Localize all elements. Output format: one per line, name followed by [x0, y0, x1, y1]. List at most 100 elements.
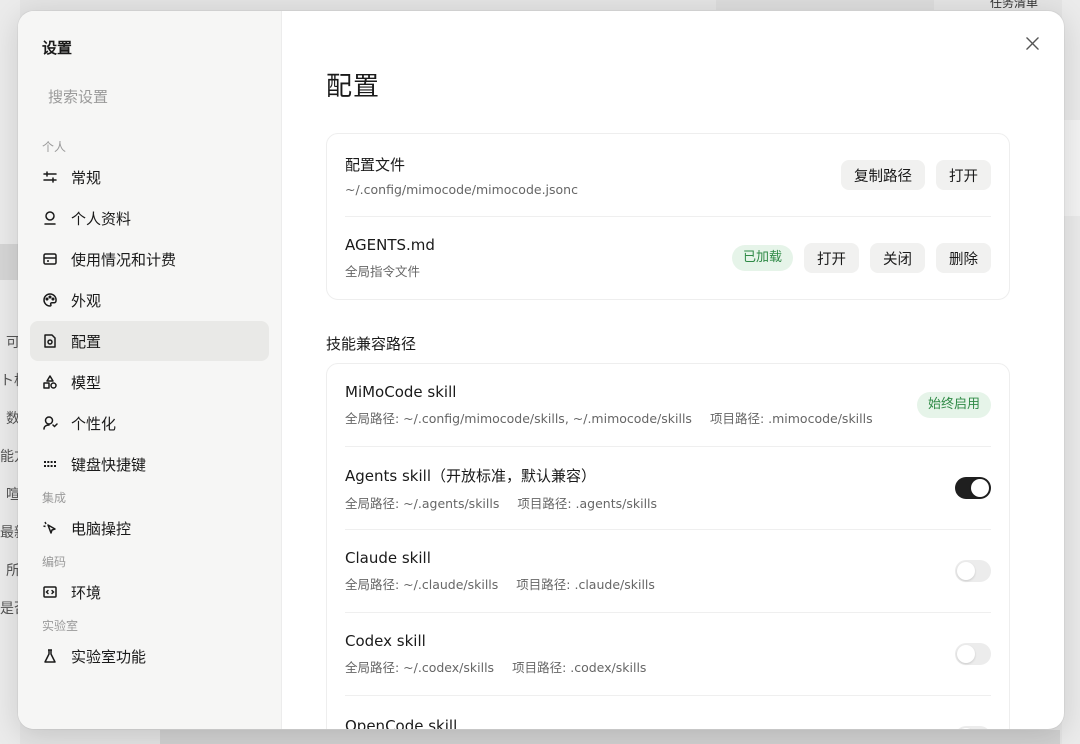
global-path: 全局路径: ~/.config/mimocode/skills, ~/.mimo… — [345, 411, 692, 426]
open-config-button[interactable]: 打开 — [936, 160, 991, 190]
row-text: MiMoCode skill 全局路径: ~/.config/mimocode/… — [345, 383, 873, 427]
row-subtitle: 全局路径: ~/.claude/skills 项目路径: .claude/skil… — [345, 574, 655, 593]
keyboard-icon — [42, 456, 58, 472]
project-path: 项目路径: .mimocode/skills — [709, 411, 873, 426]
sidebar-item-computer-control[interactable]: 电脑操控 — [30, 508, 269, 548]
row-subtitle: 全局路径: ~/.config/mimocode/skills, ~/.mimo… — [345, 408, 873, 427]
row-title: OpenCode skill — [345, 717, 458, 729]
sidebar-item-label: 电脑操控 — [71, 519, 132, 538]
section-label-integrations: 集成 — [42, 491, 67, 505]
sidebar-item-label: 个性化 — [71, 414, 117, 433]
row-subtitle: 全局路径: ~/.agents/skills 项目路径: .agents/skil… — [345, 493, 657, 512]
delete-agents-button[interactable]: 删除 — [936, 243, 991, 273]
toggle-knob — [971, 479, 989, 497]
sidebar-item-label: 个人资料 — [71, 209, 132, 228]
sidebar-item-config[interactable]: 配置 — [30, 321, 269, 361]
loaded-status-badge: 已加载 — [731, 245, 793, 271]
sidebar-item-label: 使用情况和计费 — [71, 250, 177, 269]
palette-icon — [42, 292, 58, 308]
sidebar-item-environment[interactable]: 环境 — [30, 572, 269, 612]
background-left-strip: 可 ト格 数 能方 喧 最新 所 是否 — [0, 0, 20, 744]
config-file-icon — [42, 333, 58, 349]
billing-icon — [42, 251, 58, 267]
background-text-fragment: 可 — [6, 335, 20, 351]
background-text-fragment: 喧 — [6, 487, 20, 503]
skills-card: MiMoCode skill 全局路径: ~/.config/mimocode/… — [326, 363, 1010, 729]
row-subtitle: 全局指令文件 — [345, 264, 421, 279]
skill-row-claude: Claude skill 全局路径: ~/.claude/skills 项目路径:… — [345, 530, 991, 613]
sidebar-item-label: 环境 — [71, 583, 102, 602]
row-title: AGENTS.md — [345, 236, 435, 254]
section-label-labs: 实验室 — [42, 619, 79, 633]
sidebar-item-appearance[interactable]: 外观 — [30, 280, 269, 320]
skill-row-codex: Codex skill 全局路径: ~/.codex/skills 项目路径: .… — [345, 613, 991, 696]
row-text: 配置文件 ~/.config/mimocode/mimocode.jsonc — [345, 154, 578, 197]
sidebar-item-label: 模型 — [71, 373, 102, 392]
codex-skill-toggle[interactable] — [955, 643, 991, 665]
row-text: Agents skill（开放标准，默认兼容） 全局路径: ~/.agents/… — [345, 465, 657, 512]
global-path: 全局路径: ~/.claude/skills — [345, 577, 499, 592]
code-window-icon — [42, 584, 58, 600]
skill-row-mimocode: MiMoCode skill 全局路径: ~/.config/mimocode/… — [345, 364, 991, 447]
sidebar-item-keyboard-shortcuts[interactable]: 键盘快捷键 — [30, 444, 269, 484]
opencode-skill-toggle[interactable] — [955, 726, 991, 729]
background-top-right-text: 任务清单 — [990, 0, 1039, 8]
project-path: 项目路径: .claude/skills — [516, 577, 655, 592]
always-enabled-badge: 始终启用 — [916, 392, 991, 418]
config-files-card: 配置文件 ~/.config/mimocode/mimocode.jsonc 复… — [326, 133, 1010, 300]
row-subtitle: ~/.config/mimocode/mimocode.jsonc — [345, 181, 578, 197]
pointer-icon — [42, 520, 58, 536]
open-agents-button[interactable]: 打开 — [804, 243, 859, 273]
background-highlight — [0, 244, 18, 280]
toggle-knob — [957, 562, 975, 580]
project-path: 项目路径: .codex/skills — [512, 660, 647, 675]
background-text-fragment: ト格 — [0, 373, 20, 389]
config-file-row: 配置文件 ~/.config/mimocode/mimocode.jsonc 复… — [345, 134, 991, 217]
sidebar-item-label: 常规 — [71, 168, 102, 187]
user-personalize-icon — [42, 415, 58, 431]
global-path: 全局路径: ~/.codex/skills — [345, 660, 495, 675]
row-title: Codex skill — [345, 632, 426, 650]
row-title: Claude skill — [345, 549, 431, 567]
row-subtitle: 全局路径: ~/.codex/skills 项目路径: .codex/skills — [345, 657, 646, 676]
skills-section-heading: 技能兼容路径 — [326, 335, 417, 353]
project-path: 项目路径: .agents/skills — [517, 495, 658, 511]
row-title: 配置文件 — [345, 155, 406, 174]
row-title: MiMoCode skill — [345, 383, 457, 401]
sidebar-item-label: 键盘快捷键 — [71, 455, 147, 474]
close-agents-button[interactable]: 关闭 — [870, 243, 925, 273]
background-text-fragment: 是否 — [0, 601, 20, 617]
settings-main-panel: 配置 配置文件 ~/.config/mimocode/mimocode.json… — [282, 11, 1064, 729]
row-title: Agents skill（开放标准，默认兼容） — [345, 466, 596, 485]
settings-search-input[interactable] — [40, 86, 268, 108]
sidebar-item-profile[interactable]: 个人资料 — [30, 198, 269, 238]
background-right-panel — [1062, 120, 1080, 216]
copy-path-button[interactable]: 复制路径 — [841, 160, 925, 190]
background-top-input — [716, 0, 934, 10]
row-actions: 复制路径 打开 — [841, 160, 991, 190]
close-icon — [1025, 36, 1039, 50]
background-text-fragment: 数 — [6, 411, 20, 427]
sidebar-item-label: 配置 — [71, 332, 102, 351]
agents-skill-toggle[interactable] — [955, 477, 991, 499]
close-dialog-button[interactable] — [1022, 33, 1042, 53]
toggle-knob — [957, 645, 975, 663]
section-label-personal: 个人 — [42, 140, 67, 154]
user-icon — [42, 210, 58, 226]
skill-row-opencode: OpenCode skill — [345, 696, 991, 729]
background-bottom-bar — [160, 730, 1060, 744]
sidebar-item-models[interactable]: 模型 — [30, 362, 269, 402]
section-label-coding: 编码 — [42, 555, 67, 569]
sidebar-title: 设置 — [42, 39, 73, 57]
agents-md-row: AGENTS.md 全局指令文件 已加载 打开 关闭 删除 — [345, 217, 991, 299]
sidebar-item-personalization[interactable]: 个性化 — [30, 403, 269, 443]
skill-row-agents: Agents skill（开放标准，默认兼容） 全局路径: ~/.agents/… — [345, 447, 991, 530]
toggle-knob — [957, 728, 975, 729]
sidebar-item-lab-features[interactable]: 实验室功能 — [30, 636, 269, 676]
settings-sidebar: 设置 个人 常规 个人资料 — [18, 11, 282, 729]
row-text: Claude skill 全局路径: ~/.claude/skills 项目路径:… — [345, 549, 655, 593]
sidebar-item-general[interactable]: 常规 — [30, 157, 269, 197]
sidebar-item-billing[interactable]: 使用情况和计费 — [30, 239, 269, 279]
background-right-edge — [1062, 0, 1080, 744]
claude-skill-toggle[interactable] — [955, 560, 991, 582]
